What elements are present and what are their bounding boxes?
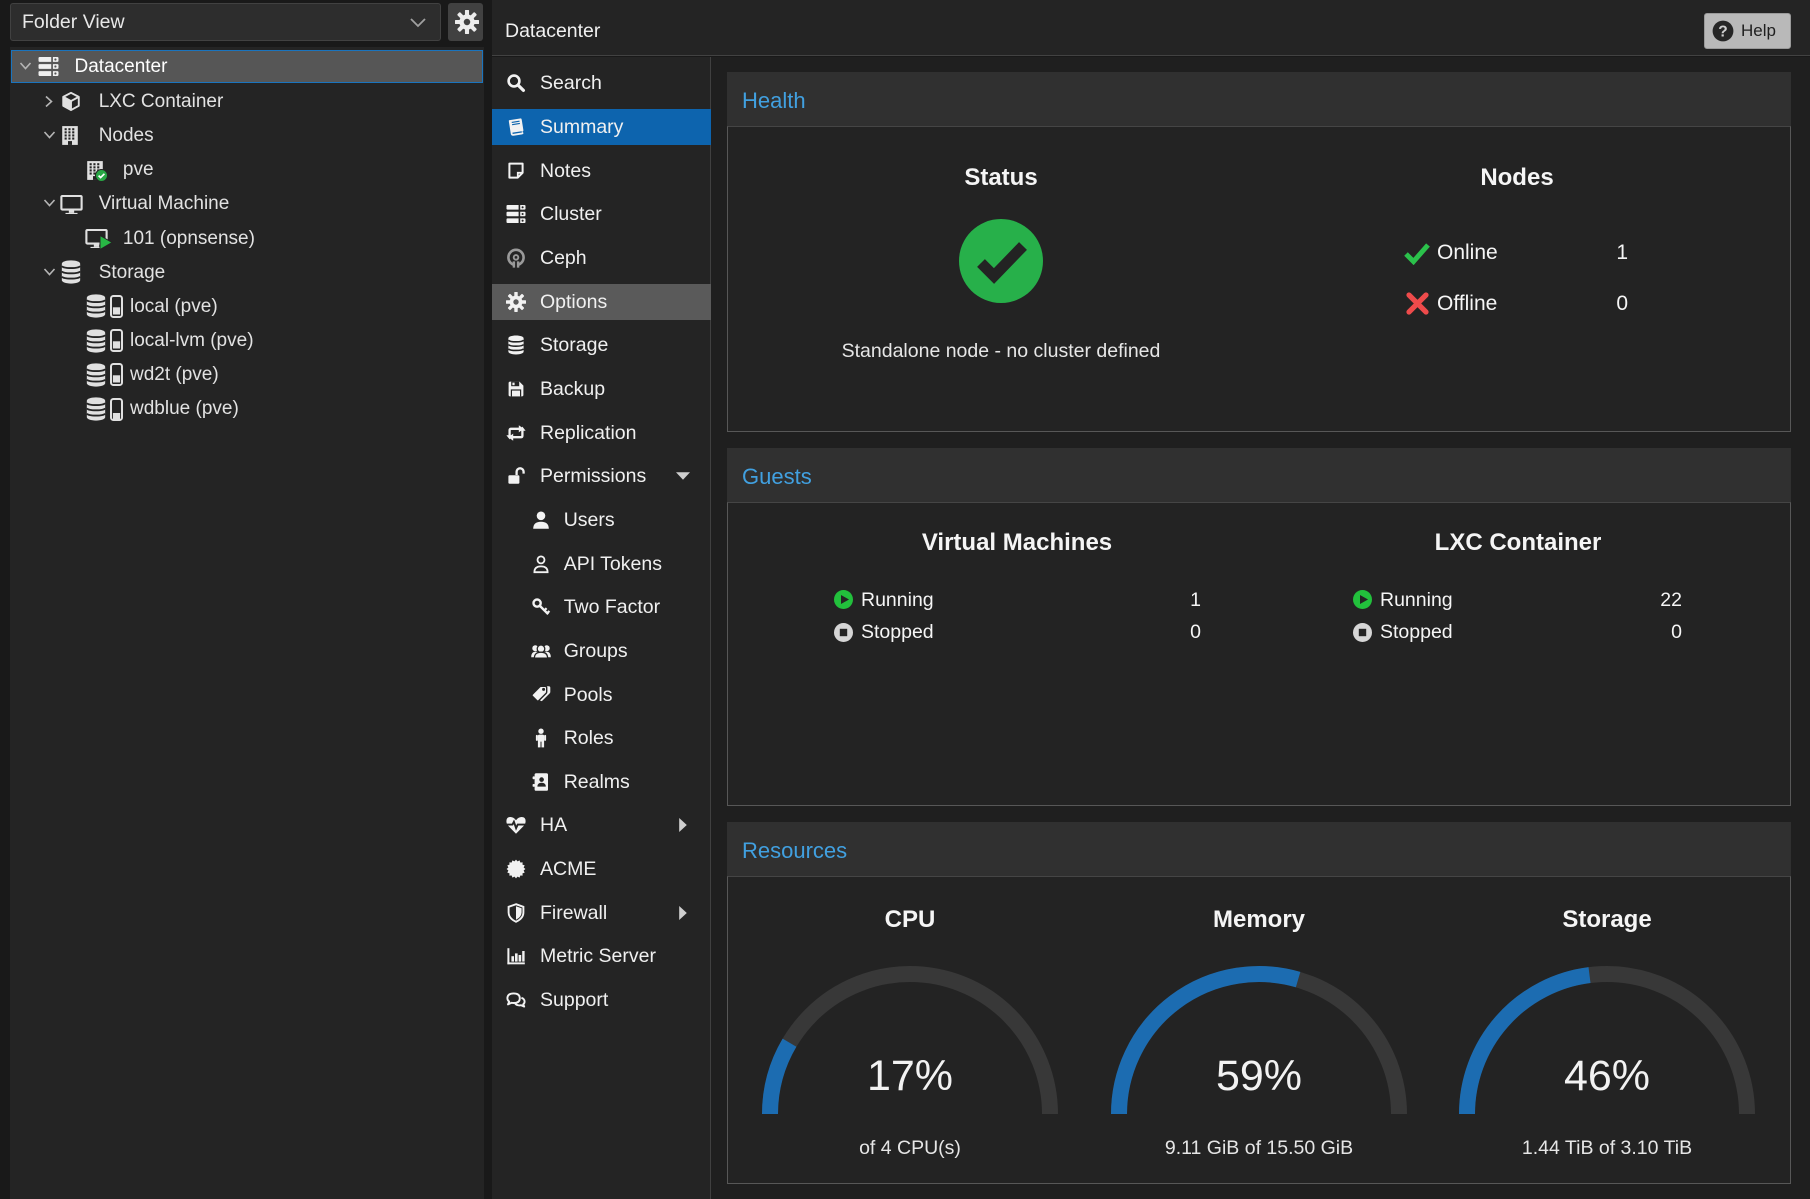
- svg-text:?: ?: [1718, 23, 1727, 40]
